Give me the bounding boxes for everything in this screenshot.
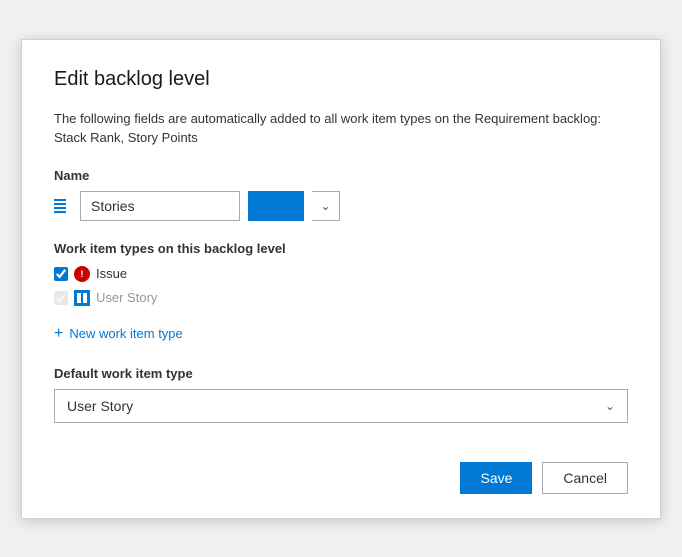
default-type-value: User Story	[67, 398, 133, 414]
work-item-list: ! Issue User Story	[54, 266, 628, 314]
dialog-title: Edit backlog level	[54, 68, 628, 91]
info-text: The following fields are automatically a…	[54, 109, 628, 148]
drag-handle-icon	[54, 199, 66, 213]
work-item-row: ! Issue	[54, 266, 628, 282]
issue-label: Issue	[96, 266, 127, 281]
name-label: Name	[54, 168, 628, 183]
default-type-label: Default work item type	[54, 366, 628, 381]
dialog-footer: Save Cancel	[54, 446, 628, 494]
add-label: New work item type	[69, 326, 182, 341]
name-input[interactable]	[80, 191, 240, 221]
userstory-checkbox[interactable]	[54, 291, 68, 305]
plus-icon: +	[54, 326, 63, 342]
issue-icon: !	[74, 266, 90, 282]
work-item-row: User Story	[54, 290, 628, 306]
issue-checkbox[interactable]	[54, 267, 68, 281]
userstory-label: User Story	[96, 290, 157, 305]
chevron-down-icon: ⌄	[605, 399, 615, 413]
color-picker-button[interactable]	[248, 191, 304, 221]
cancel-button[interactable]: Cancel	[542, 462, 628, 494]
userstory-icon	[74, 290, 90, 306]
default-type-dropdown[interactable]: User Story ⌄	[54, 389, 628, 423]
add-work-item-type-button[interactable]: + New work item type	[54, 326, 628, 342]
edit-backlog-dialog: Edit backlog level The following fields …	[21, 39, 661, 519]
name-row: ⌄	[54, 191, 628, 221]
color-dropdown-button[interactable]: ⌄	[312, 191, 340, 221]
save-button[interactable]: Save	[460, 462, 532, 494]
work-items-label: Work item types on this backlog level	[54, 241, 628, 256]
chevron-down-icon: ⌄	[320, 199, 330, 213]
